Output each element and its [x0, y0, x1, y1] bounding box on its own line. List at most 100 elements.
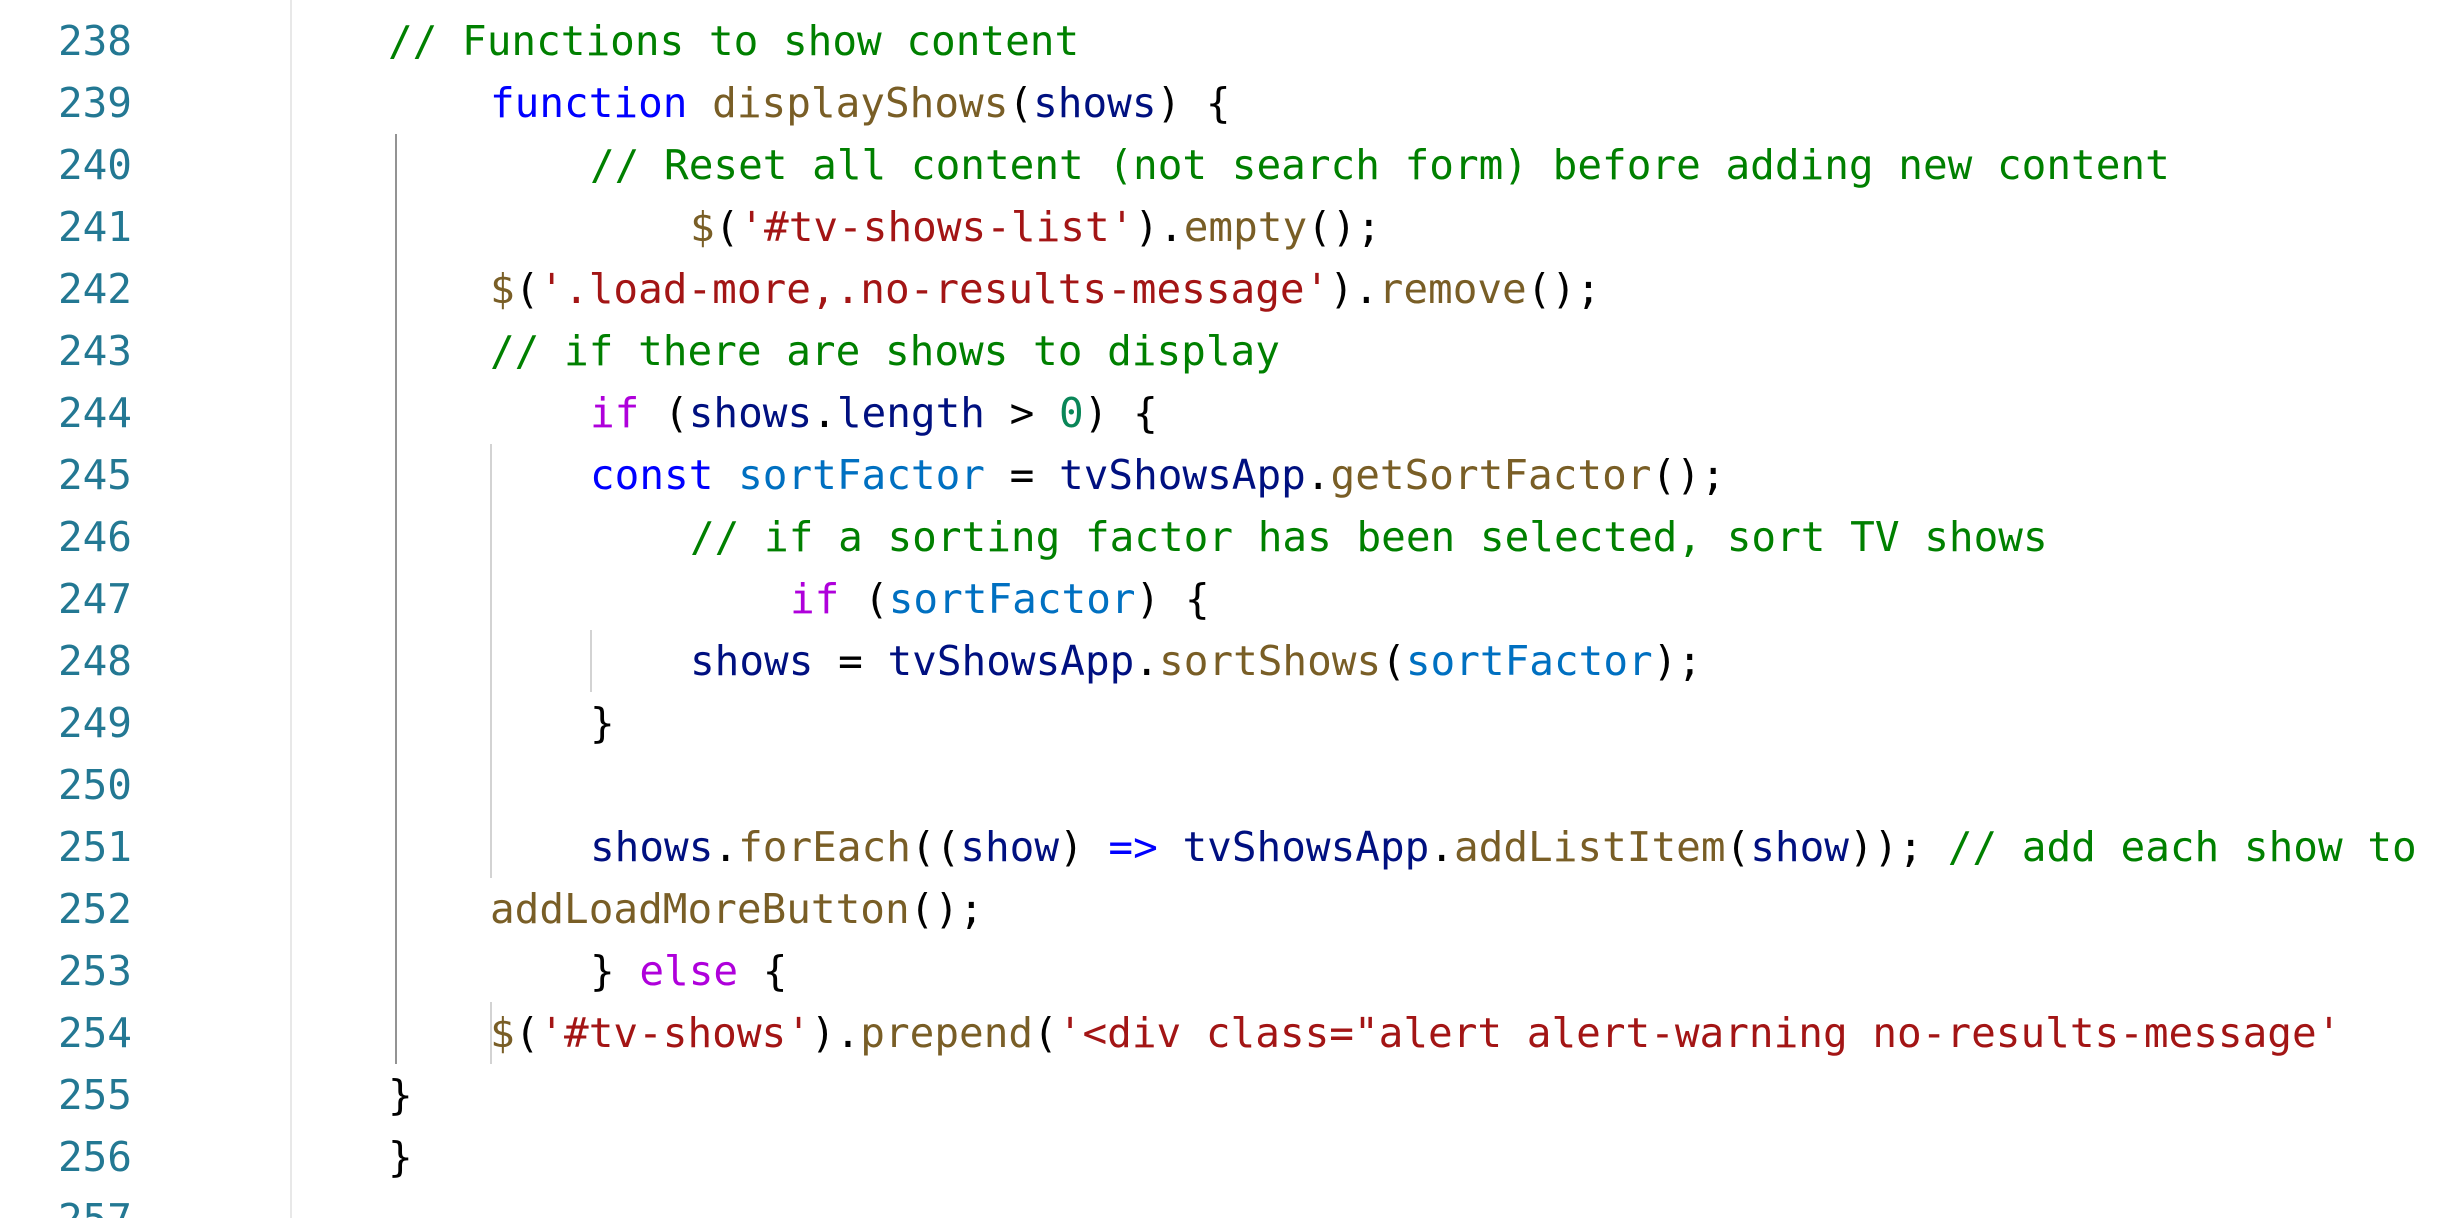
token-plain: ) { [1083, 389, 1158, 437]
line-code: if (sortFactor) { [790, 568, 1210, 630]
token-plain: } [590, 947, 640, 995]
token-plain: } [388, 1071, 413, 1119]
token-plain: ) { [1156, 79, 1231, 127]
token-plain: ( [1725, 823, 1751, 871]
token-plain: = [813, 637, 888, 685]
code-line[interactable]: 246 // if a sorting factor has been selec… [0, 506, 2450, 568]
token-func: sortShows [1159, 637, 1382, 685]
token-const: sortFactor [888, 575, 1136, 623]
token-plain: { [738, 947, 788, 995]
code-line[interactable]: 254 $('#tv-shows').prepend('<div class="a… [0, 1002, 2450, 1064]
token-plain: )); [1848, 823, 1948, 871]
code-line[interactable]: 242 $('.load-more,.no-results-message').r… [0, 258, 2450, 320]
code-line[interactable]: 253} else { [0, 940, 2450, 1002]
line-code: addLoadMoreButton(); [490, 878, 984, 940]
token-var: tvShowsApp [1182, 823, 1430, 871]
token-var: shows [688, 389, 813, 437]
line-number: 238 [57, 17, 132, 65]
token-func: $ [490, 265, 515, 313]
token-plain: ( [514, 1009, 540, 1057]
line-code: } [590, 692, 615, 754]
indent-guide [490, 444, 492, 878]
token-plain: ( [1008, 79, 1034, 127]
line-code: } [388, 1126, 413, 1188]
code-line[interactable]: 249} [0, 692, 2450, 754]
indent-guide [395, 134, 397, 1064]
token-plain: (( [910, 823, 961, 871]
line-number: 250 [57, 761, 132, 809]
token-var: tvShowsApp [887, 637, 1135, 685]
token-plain: ( [639, 389, 689, 437]
token-plain: . [1429, 823, 1454, 871]
token-plain: ); [1652, 637, 1703, 685]
code-line[interactable]: 240 // Reset all content (not search form… [0, 134, 2450, 196]
token-control: else [639, 947, 739, 995]
line-code: $('#tv-shows-list').empty(); [690, 196, 1381, 258]
token-plain: . [713, 823, 739, 871]
code-line[interactable]: 245 const sortFactor = tvShowsApp.getSort… [0, 444, 2450, 506]
line-number: 243 [57, 327, 132, 375]
token-plain: (); [909, 885, 984, 933]
token-plain: . [812, 389, 837, 437]
line-number: 244 [57, 389, 132, 437]
code-line[interactable]: 239 function displayShows(shows) { [0, 72, 2450, 134]
line-number: 240 [57, 141, 132, 189]
token-string: '<div class="alert alert-warning no-resu… [1057, 1009, 2342, 1057]
line-number: 239 [57, 79, 132, 127]
token-func: displayShows [712, 79, 1009, 127]
indent-guide [590, 630, 592, 692]
code-line[interactable]: 248 shows = tvShowsApp.sortShows(sortFact… [0, 630, 2450, 692]
line-number: 254 [57, 1009, 132, 1057]
token-plain: ) [1059, 823, 1109, 871]
line-code: $('#tv-shows').prepend('<div class="aler… [490, 1002, 2341, 1064]
line-number: 253 [57, 947, 132, 995]
token-plain: (); [1307, 203, 1382, 251]
line-code: $('.load-more,.no-results-message').remo… [490, 258, 1601, 320]
token-var: show [960, 823, 1060, 871]
code-line[interactable]: 243 // if there are shows to display [0, 320, 2450, 382]
code-line[interactable]: 257 [0, 1188, 2450, 1218]
token-const: sortFactor [738, 451, 985, 499]
token-string: '#tv-shows' [539, 1009, 811, 1057]
token-keyword: const [590, 451, 714, 499]
line-number: 249 [57, 699, 132, 747]
line-code: // Functions to show content [388, 10, 1079, 72]
token-plain: ( [1033, 1009, 1058, 1057]
line-number: 246 [57, 513, 132, 561]
code-editor[interactable]: 238 // Functions to show content 239 functi… [0, 0, 2450, 1218]
token-func: $ [690, 203, 715, 251]
token-control: if [590, 389, 640, 437]
token-keyword: function [490, 79, 688, 127]
token-comment: // add each show to [1947, 823, 2417, 871]
code-line[interactable]: 244 if (shows.length > 0) { [0, 382, 2450, 444]
token-plain: (); [1526, 265, 1601, 313]
token-plain: ). [1134, 203, 1184, 251]
line-code: } [388, 1064, 413, 1126]
token-var: show [1750, 823, 1849, 871]
line-code: // Reset all content (not search form) b… [590, 134, 2170, 196]
token-func: prepend [860, 1009, 1034, 1057]
code-line[interactable]: 238 // Functions to show content [0, 10, 2450, 72]
token-number: 0 [1059, 389, 1084, 437]
code-line[interactable]: 250 [0, 754, 2450, 816]
token-plain: ( [1381, 637, 1406, 685]
code-line[interactable]: 256} [0, 1126, 2450, 1188]
line-code: } else { [590, 940, 788, 1002]
code-line[interactable]: 255} [0, 1064, 2450, 1126]
token-plain: ( [714, 203, 740, 251]
code-line[interactable]: 251 shows.forEach((show) => tvShowsApp.ad… [0, 816, 2450, 878]
code-line[interactable]: 241 $('#tv-shows-list').empty(); [0, 196, 2450, 258]
token-plain: ). [1329, 265, 1379, 313]
line-number: 245 [57, 451, 132, 499]
token-func: empty [1183, 203, 1308, 251]
code-line[interactable]: 252 addLoadMoreButton(); [0, 878, 2450, 940]
line-code: shows = tvShowsApp.sortShows(sortFactor)… [690, 630, 1702, 692]
token-plain: (); [1651, 451, 1726, 499]
token-string: '#tv-shows-list' [739, 203, 1135, 251]
token-plain: } [388, 1133, 413, 1181]
token-func: $ [490, 1009, 515, 1057]
token-comment: // if a sorting factor has been selected… [690, 513, 2048, 561]
code-line[interactable]: 247 if (sortFactor) { [0, 568, 2450, 630]
line-number: 257 [0, 1188, 132, 1218]
